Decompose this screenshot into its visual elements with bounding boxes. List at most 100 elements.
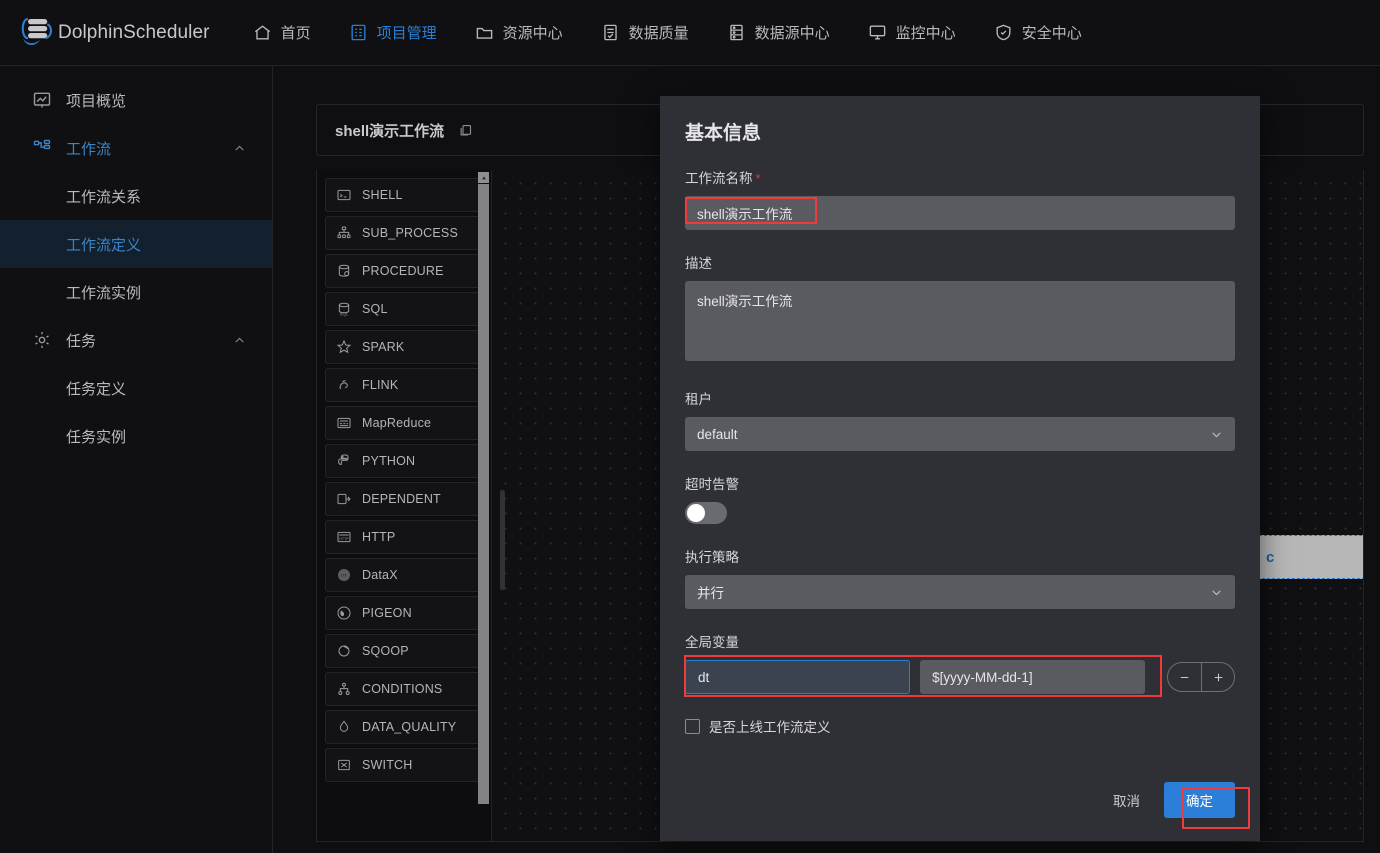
task-palette-item-switch[interactable]: SWITCH — [325, 748, 483, 782]
chevron-up-icon-task[interactable] — [233, 334, 246, 347]
sidebar-group-workflow[interactable]: 工作流 — [0, 124, 272, 172]
plus-icon[interactable] — [1201, 663, 1234, 691]
folder-icon — [475, 23, 494, 42]
procedure-icon — [338, 264, 350, 277]
global-param-value-input[interactable] — [920, 660, 1146, 694]
task-palette-label: SPARK — [362, 340, 405, 354]
nav-item-monitor-center[interactable]: 监控中心 — [849, 0, 975, 66]
nav-item-home[interactable]: 首页 — [234, 0, 330, 66]
field-tenant: 租户 default — [685, 388, 1235, 451]
task-palette-item-datax[interactable]: DX DataX — [325, 558, 483, 592]
nav-item-security-center[interactable]: 安全中心 — [975, 0, 1101, 66]
timeout-alert-toggle[interactable] — [685, 502, 727, 524]
task-palette-item-mapreduce[interactable]: MapReduce — [325, 406, 483, 440]
task-palette-label: DEPENDENT — [362, 492, 441, 506]
basic-info-modal: 基本信息 工作流名称* 描述 租户 default 超时告警 — [660, 96, 1260, 841]
execution-policy-select[interactable]: 并行 — [685, 575, 1235, 609]
label-workflow-name-text: 工作流名称 — [685, 171, 753, 186]
sidebar-item-workflow-relation[interactable]: 工作流关系 — [0, 172, 272, 220]
task-palette-item-spark[interactable]: SPARK — [325, 330, 483, 364]
task-palette-item-sqoop[interactable]: SQOOP — [325, 634, 483, 668]
sidebar-label-task-instance: 任务实例 — [66, 428, 127, 446]
workflow-icon — [32, 138, 52, 158]
online-workflow-checkbox[interactable] — [685, 718, 700, 734]
chevron-up-icon-workflow[interactable] — [233, 142, 246, 155]
global-param-key-input[interactable] — [685, 660, 911, 694]
pigeon-icon — [337, 606, 351, 620]
sidebar-item-task-instance[interactable]: 任务实例 — [0, 412, 272, 460]
sidebar-item-workflow-definition[interactable]: 工作流定义 — [0, 220, 272, 268]
svg-text:HTTP: HTTP — [339, 537, 349, 541]
flink-icon — [339, 380, 348, 390]
copy-icon[interactable] — [458, 123, 473, 138]
task-palette-label: SUB_PROCESS — [362, 226, 458, 240]
nav-item-project-management[interactable]: 项目管理 — [330, 0, 456, 66]
canvas-vertical-scrollbar[interactable] — [500, 490, 505, 590]
description-textarea[interactable] — [685, 281, 1235, 361]
tenant-select[interactable]: default — [685, 417, 1235, 451]
spark-icon — [336, 339, 352, 354]
label-global-params: 全局变量 — [685, 635, 739, 650]
task-palette-label: DATA_QUALITY — [362, 720, 457, 734]
label-description: 描述 — [685, 256, 712, 271]
task-type-palette: SHELL SUB_PROCESS PROCEDURE SQL SQL SPARK FLIN… — [317, 170, 492, 841]
field-global-params: 全局变量 — [685, 631, 1235, 694]
task-palette-item-sub_process[interactable]: SUB_PROCESS — [325, 216, 483, 250]
field-description: 描述 — [685, 252, 1235, 366]
sidebar: 项目概览 工作流 工作流关系 工作流定义 工作流实例 任务 任务定义 任务实例 — [0, 66, 273, 853]
minus-icon[interactable] — [1168, 663, 1201, 691]
task-palette-label: SQOOP — [362, 644, 409, 658]
tenant-select-value: default — [697, 426, 738, 442]
svg-text:SQL: SQL — [340, 312, 349, 317]
nav-item-resource-center[interactable]: 资源中心 — [456, 0, 582, 66]
task-palette-item-dependent[interactable]: DEPENDENT — [325, 482, 483, 516]
online-workflow-checkbox-row[interactable]: 是否上线工作流定义 — [685, 716, 1235, 736]
modal-footer: 取消 确定 — [1103, 782, 1235, 818]
confirm-button[interactable]: 确定 — [1164, 782, 1235, 818]
task-palette-item-procedure[interactable]: PROCEDURE — [325, 254, 483, 288]
task-palette-item-conditions[interactable]: CONDITIONS — [325, 672, 483, 706]
palette-scrollbar[interactable] — [478, 172, 489, 840]
task-palette-item-flink[interactable]: FLINK — [325, 368, 483, 402]
subprocess-icon — [337, 226, 351, 239]
gear-icon — [32, 330, 52, 350]
top-navigation-bar: DolphinScheduler 首页 项目管理 资源中心 数据质量 数据源中心… — [0, 0, 1380, 66]
sidebar-item-task-definition[interactable]: 任务定义 — [0, 364, 272, 412]
nav-label-project-management: 项目管理 — [376, 25, 437, 42]
task-palette-label: MapReduce — [362, 416, 432, 430]
task-palette-item-sql[interactable]: SQL SQL — [325, 292, 483, 326]
scroll-up-arrow-icon[interactable] — [478, 172, 489, 183]
python-icon — [338, 454, 349, 465]
nav-item-data-quality[interactable]: 数据质量 — [582, 0, 708, 66]
sidebar-item-project-overview[interactable]: 项目概览 — [0, 76, 272, 124]
sidebar-item-workflow-instance[interactable]: 工作流实例 — [0, 268, 272, 316]
nav-item-datasource-center[interactable]: 数据源中心 — [708, 0, 849, 66]
nav-label-resource-center: 资源中心 — [502, 25, 563, 42]
nav-label-security-center: 安全中心 — [1021, 25, 1082, 42]
brand[interactable]: DolphinScheduler — [14, 12, 210, 54]
terminal-icon — [337, 189, 351, 201]
task-palette-item-shell[interactable]: SHELL — [325, 178, 483, 212]
datasource-icon — [727, 23, 746, 42]
field-timeout-alert: 超时告警 — [685, 473, 1235, 524]
task-palette-label: CONDITIONS — [362, 682, 443, 696]
datax-icon: DX — [338, 569, 350, 581]
cancel-button[interactable]: 取消 — [1103, 784, 1150, 816]
workflow-name-input[interactable] — [685, 196, 1235, 230]
workflow-node[interactable]: c — [1253, 535, 1363, 579]
shield-icon — [994, 23, 1013, 42]
task-palette-item-http[interactable]: HTTP HTTP — [325, 520, 483, 554]
task-palette-item-python[interactable]: PYTHON — [325, 444, 483, 478]
sidebar-label-task: 任务 — [66, 332, 97, 350]
task-palette-item-pigeon[interactable]: PIGEON — [325, 596, 483, 630]
app-root: DolphinScheduler 首页 项目管理 资源中心 数据质量 数据源中心… — [0, 0, 1380, 853]
label-timeout-alert: 超时告警 — [685, 477, 739, 492]
task-palette-label: PIGEON — [362, 606, 412, 620]
sidebar-label-task-definition: 任务定义 — [66, 380, 127, 398]
label-workflow-name: 工作流名称 * — [685, 167, 1235, 187]
task-palette-item-data_quality[interactable]: DATA_QUALITY — [325, 710, 483, 744]
sidebar-group-task[interactable]: 任务 — [0, 316, 272, 364]
palette-scroll-thumb[interactable] — [478, 184, 489, 804]
nav-label-datasource-center: 数据源中心 — [754, 25, 830, 42]
dependent-icon — [337, 493, 351, 505]
